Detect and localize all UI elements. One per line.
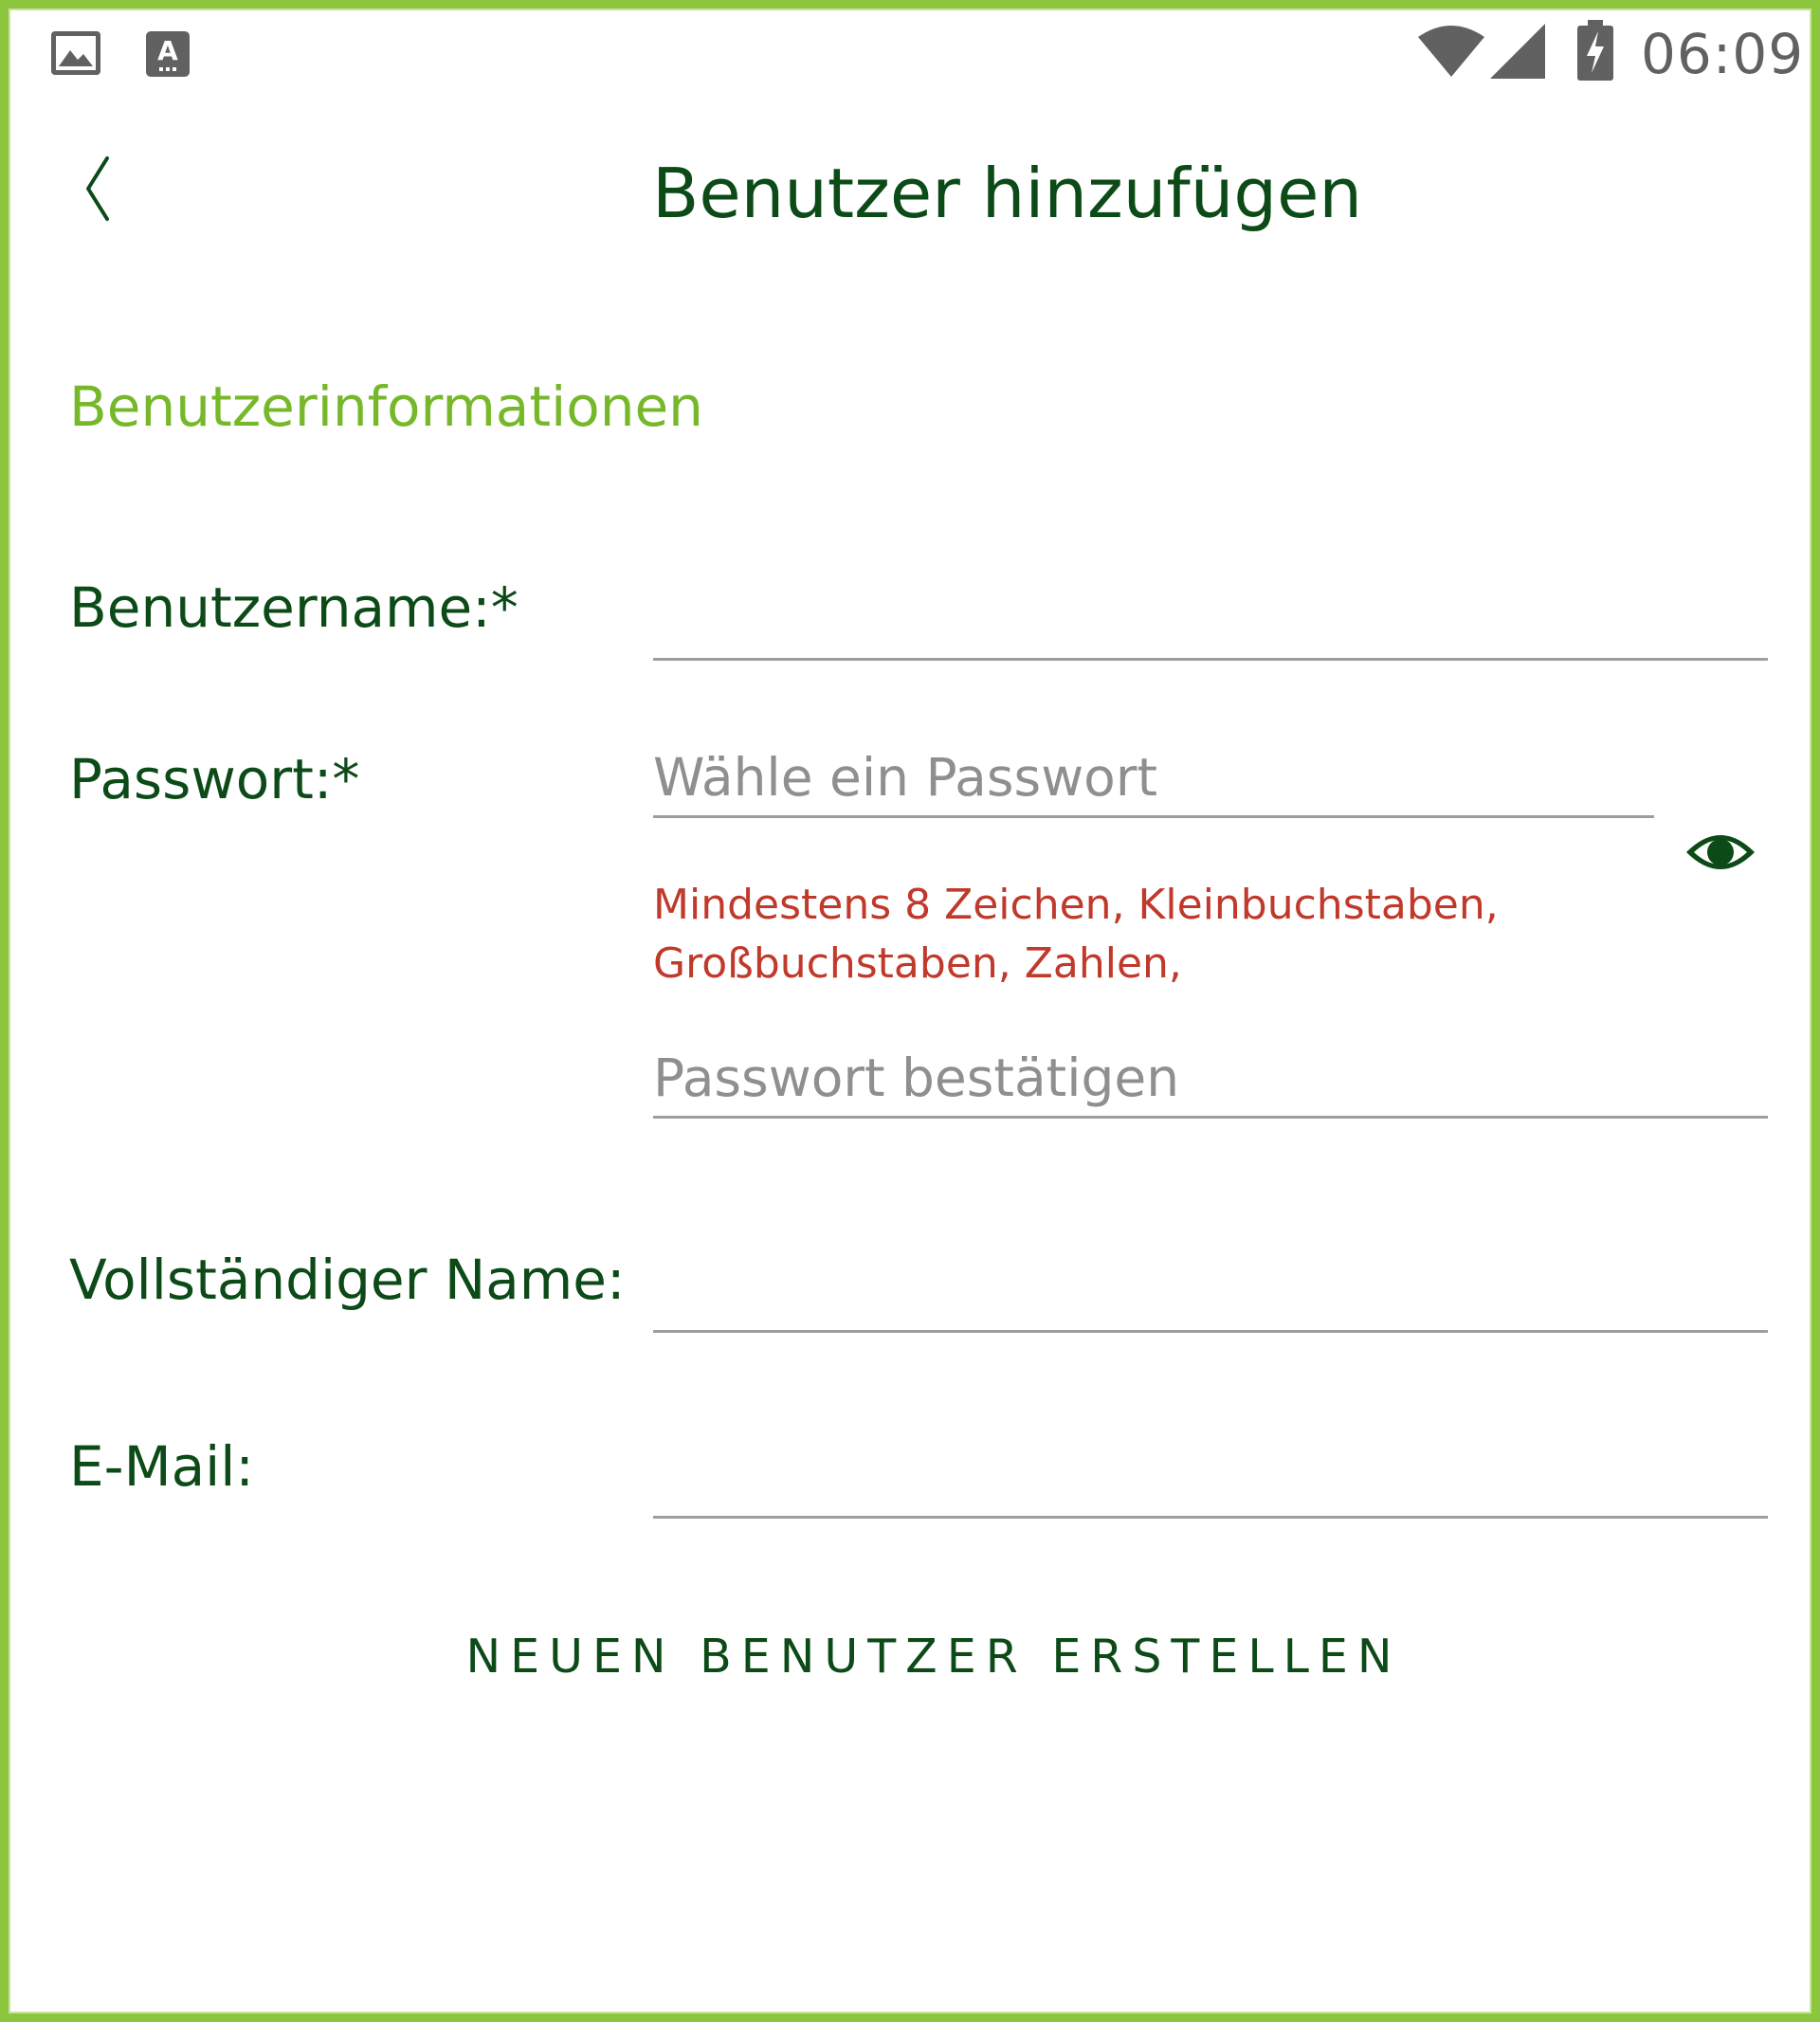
username-field[interactable] [653, 582, 1768, 661]
gallery-icon [51, 31, 100, 75]
password-label: Passwort:* [69, 747, 360, 811]
keyboard-icon: A [146, 31, 190, 77]
username-input[interactable] [653, 582, 1768, 658]
page-title: Benutzer hinzufügen [651, 154, 1363, 233]
password-field[interactable] [653, 739, 1654, 818]
email-input[interactable] [653, 1440, 1768, 1516]
battery-charging-icon [1577, 20, 1613, 81]
status-bar: A 06:09 [9, 9, 1811, 113]
app-window: A 06:09 Benutzer hinzufügen Benutzerinfo… [0, 0, 1820, 2022]
full-name-field[interactable] [653, 1254, 1768, 1333]
email-field[interactable] [653, 1440, 1768, 1519]
eye-icon [1686, 835, 1755, 869]
password-requirements-hint: Mindestens 8 Zeichen, Kleinbuchstaben, G… [653, 876, 1696, 993]
username-label: Benutzername:* [69, 575, 519, 640]
password-hint-line-1: Mindestens 8 Zeichen, Kleinbuchstaben, [653, 881, 1499, 929]
password-input[interactable] [653, 739, 1654, 815]
svg-text:A: A [157, 35, 178, 66]
wifi-icon [1418, 26, 1484, 77]
status-time: 06:09 [1641, 22, 1805, 86]
password-confirm-input[interactable] [653, 1040, 1768, 1116]
full-name-input[interactable] [653, 1254, 1768, 1330]
create-user-button[interactable]: NEUEN BENUTZER ERSTELLEN [9, 1630, 1811, 1684]
section-title: Benutzerinformationen [69, 374, 703, 439]
signal-icon [1490, 24, 1545, 79]
full-name-label: Vollständiger Name: [69, 1248, 626, 1312]
toggle-password-visibility-button[interactable] [1684, 826, 1756, 879]
password-hint-line-2: Großbuchstaben, Zahlen, [653, 939, 1182, 988]
password-confirm-field[interactable] [653, 1040, 1768, 1119]
email-label: E-Mail: [69, 1434, 254, 1499]
